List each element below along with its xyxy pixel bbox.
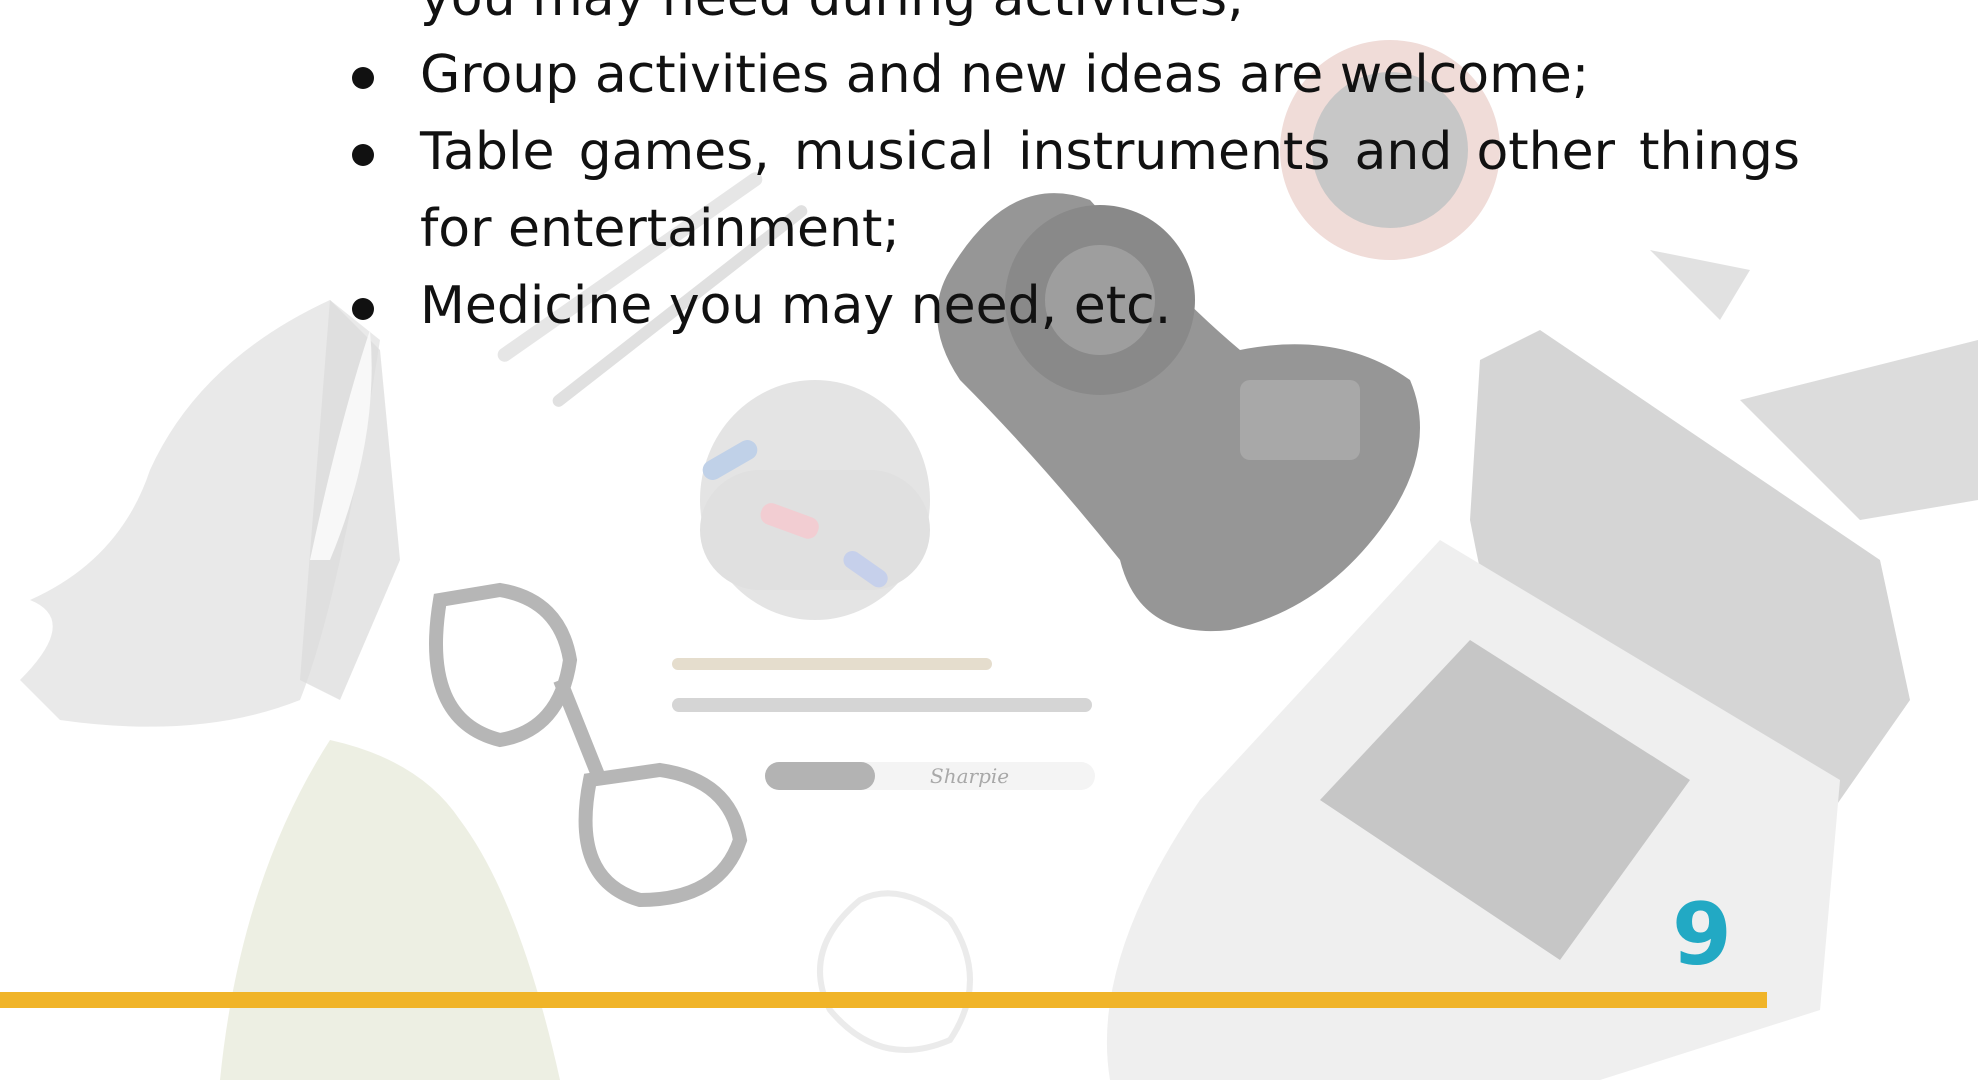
- list-item-text: Table games, musical instruments and oth…: [420, 122, 1800, 259]
- list-item-text: you may need during activities;: [420, 0, 1245, 28]
- list-item: you may need during activities;: [340, 0, 1800, 37]
- list-item: Table games, musical instruments and oth…: [340, 114, 1800, 268]
- list-item-text: Group activities and new ideas are welco…: [420, 45, 1590, 105]
- list-item-text: Medicine you may need, etc.: [420, 276, 1172, 336]
- footer-rule: [0, 992, 1767, 1008]
- list-item: Medicine you may need, etc.: [340, 268, 1800, 345]
- bullet-list: you may need during activities; Group ac…: [340, 0, 1800, 345]
- list-item: Group activities and new ideas are welco…: [340, 37, 1800, 114]
- page-number: 9: [1672, 885, 1732, 985]
- bullet-text-block: you may need during activities; Group ac…: [340, 0, 1800, 345]
